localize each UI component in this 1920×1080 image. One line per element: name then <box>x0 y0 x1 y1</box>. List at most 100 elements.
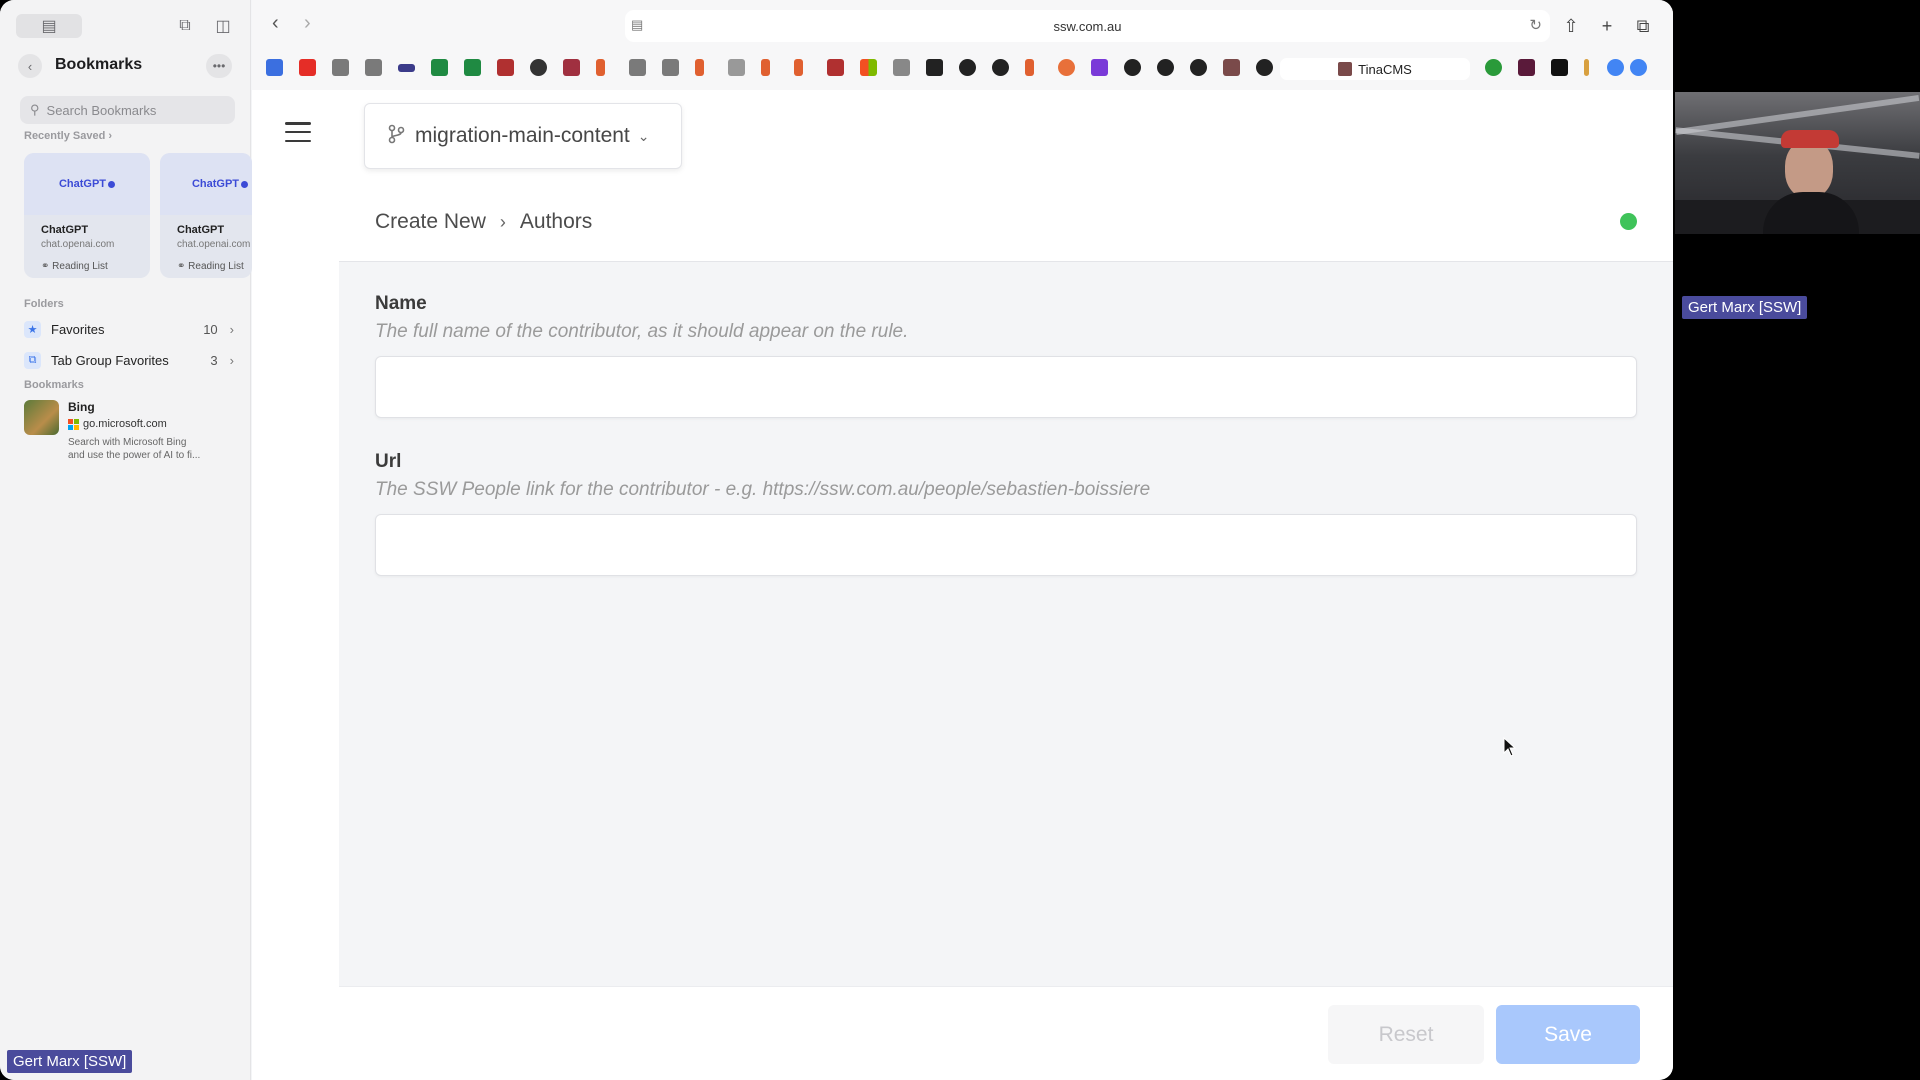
favorite-icon[interactable] <box>563 59 580 76</box>
recently-saved-header[interactable]: Recently Saved › <box>24 130 112 142</box>
recent-card[interactable]: ChatGPT ChatGPT chat.openai.com ⚭ Readin… <box>24 153 150 278</box>
github-icon[interactable] <box>1256 59 1273 76</box>
favorite-icon[interactable] <box>695 59 704 76</box>
share-icon[interactable]: ⇧ <box>1559 14 1583 38</box>
github-icon[interactable] <box>959 59 976 76</box>
favorite-icon[interactable] <box>893 59 910 76</box>
favorite-icon[interactable] <box>827 59 844 76</box>
tab-tinacms[interactable]: TinaCMS <box>1280 58 1470 80</box>
name-field-label: Name <box>375 293 427 314</box>
youtube-icon[interactable] <box>299 59 316 76</box>
url-input[interactable] <box>375 514 1637 576</box>
folder-tab-group-favorites[interactable]: ⧉ Tab Group Favorites 3 › <box>24 349 234 371</box>
excel-icon[interactable] <box>464 59 481 76</box>
microsoft-icon[interactable] <box>860 59 877 76</box>
bookmarks-sidebar: ▤ ⧉ ◫ ‹ Bookmarks ••• ⚲ Search Bookmarks… <box>0 0 252 1080</box>
github-icon[interactable] <box>1124 59 1141 76</box>
sidebar-toggle-icon[interactable]: ▤ <box>16 14 82 38</box>
card-reading-list: ⚭ Reading List <box>41 261 108 272</box>
reload-icon[interactable]: ↻ <box>1529 16 1542 34</box>
chevron-down-icon: ⌄ <box>637 127 650 144</box>
grid-icon[interactable] <box>332 59 349 76</box>
page-settings-icon[interactable]: ▤ <box>631 17 643 33</box>
favorite-icon[interactable] <box>794 59 803 76</box>
bookmark-search-input[interactable]: ⚲ Search Bookmarks <box>20 96 235 124</box>
cms-header: migration-main-content ⌄ Create New › Au… <box>339 90 1673 262</box>
name-input[interactable] <box>375 356 1637 418</box>
folder-favorites[interactable]: ★ Favorites 10 › <box>24 318 234 340</box>
sidebar-panel-icon[interactable]: ◫ <box>210 14 236 38</box>
github-icon[interactable] <box>1190 59 1207 76</box>
favorite-icon[interactable] <box>1518 59 1535 76</box>
back-icon[interactable]: ‹ <box>272 12 279 35</box>
bookmark-item[interactable]: Bing go.microsoft.com Search with Micros… <box>24 400 239 470</box>
cms-nav-column <box>252 90 339 1080</box>
google-icon[interactable] <box>1630 59 1647 76</box>
microsoft-logo-icon <box>68 418 79 430</box>
more-options-icon[interactable]: ••• <box>206 54 232 78</box>
grid-icon[interactable] <box>629 59 646 76</box>
search-placeholder: Search Bookmarks <box>46 102 157 118</box>
card-title: ChatGPT <box>41 224 89 236</box>
save-button[interactable]: Save <box>1496 1005 1640 1064</box>
new-tab-icon[interactable]: + <box>1595 14 1619 38</box>
favorite-icon[interactable] <box>266 59 283 76</box>
tab-overview-icon[interactable]: ⧉ <box>172 14 198 38</box>
grid-icon[interactable] <box>662 59 679 76</box>
star-icon: ★ <box>24 320 41 338</box>
bookmark-url: go.microsoft.com <box>83 418 167 430</box>
breadcrumb: Create New › Authors <box>375 210 592 234</box>
participant-name-badge: Gert Marx [SSW] <box>1682 296 1808 319</box>
favorite-icon[interactable] <box>596 59 605 76</box>
card-thumbnail: ChatGPT <box>160 153 252 215</box>
favorite-icon[interactable] <box>1584 59 1589 76</box>
favorite-icon[interactable] <box>497 59 514 76</box>
card-thumb-text: ChatGPT <box>58 178 107 190</box>
address-bar[interactable]: ▤ ssw.com.au ↻ <box>625 10 1550 42</box>
chevron-right-icon: › <box>229 321 234 337</box>
xbox-icon[interactable] <box>1485 59 1502 76</box>
branch-selector[interactable]: migration-main-content ⌄ <box>364 103 682 169</box>
favorite-icon[interactable] <box>728 59 745 76</box>
folder-count: 3 <box>210 352 218 368</box>
form-footer: Reset Save <box>339 986 1673 1080</box>
favorite-icon[interactable] <box>761 59 770 76</box>
circle-icon[interactable] <box>530 59 547 76</box>
status-indicator <box>1620 213 1637 230</box>
excel-icon[interactable] <box>431 59 448 76</box>
favorite-icon[interactable] <box>1058 59 1075 76</box>
dot-icon <box>108 180 116 188</box>
search-icon: ⚲ <box>30 102 40 117</box>
github-icon[interactable] <box>992 59 1009 76</box>
reset-button[interactable]: Reset <box>1328 1005 1484 1064</box>
recent-card[interactable]: ChatGPT ChatGPT chat.openai.com ⚭ Readin… <box>160 153 252 278</box>
favorite-icon[interactable] <box>926 59 943 76</box>
github-icon[interactable] <box>1157 59 1174 76</box>
name-field-description: The full name of the contributor, as it … <box>375 321 909 342</box>
tab-group-icon: ⧉ <box>24 351 41 369</box>
breadcrumb-parent[interactable]: Create New <box>375 210 486 234</box>
card-reading-list: ⚭ Reading List <box>177 261 244 272</box>
participant-name-badge: Gert Marx [SSW] <box>7 1050 133 1073</box>
favorite-icon[interactable] <box>1091 59 1108 76</box>
branch-name: migration-main-content <box>415 124 630 147</box>
grid-icon[interactable] <box>1223 59 1240 76</box>
grid-icon[interactable] <box>365 59 382 76</box>
chevron-right-icon: › <box>229 352 234 368</box>
favorite-icon[interactable] <box>398 64 415 72</box>
git-branch-icon <box>387 124 405 149</box>
google-icon[interactable] <box>1607 59 1624 76</box>
back-chevron-icon[interactable]: ‹ <box>18 54 42 78</box>
favorite-icon[interactable] <box>1551 59 1568 76</box>
forward-icon[interactable]: › <box>304 12 311 35</box>
grid-icon <box>1338 62 1353 76</box>
card-thumbnail: ChatGPT <box>24 153 150 215</box>
bookmarks-header: Bookmarks <box>24 379 84 391</box>
participant-face <box>1785 140 1833 198</box>
url-field-label: Url <box>375 451 402 472</box>
tab-overview-icon[interactable]: ⧉ <box>1631 14 1655 38</box>
bookmark-desc: and use the power of AI to fi... <box>68 450 201 461</box>
favorite-icon[interactable] <box>1025 59 1034 76</box>
hamburger-menu-icon[interactable] <box>285 122 311 142</box>
ceiling-beam <box>1675 94 1920 136</box>
